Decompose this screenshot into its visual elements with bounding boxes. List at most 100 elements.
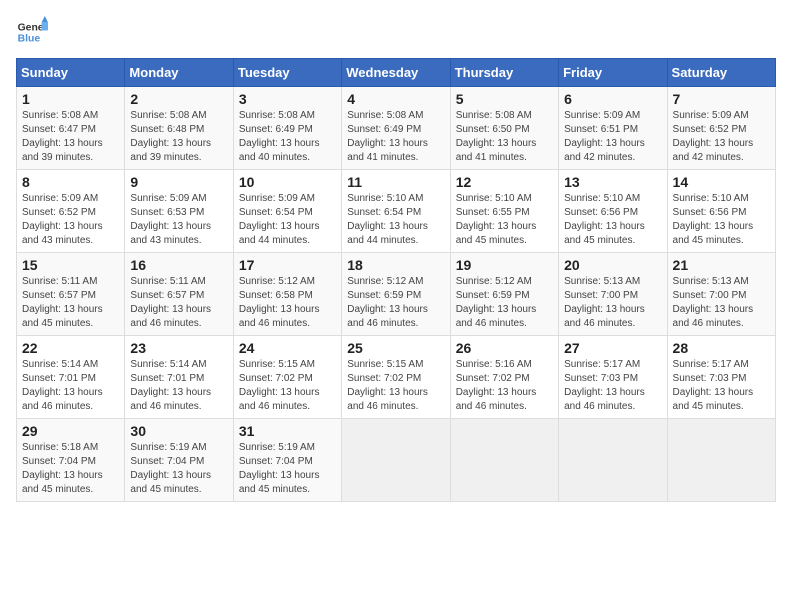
day-number: 8 [22,174,119,190]
calendar-day-cell: 15 Sunrise: 5:11 AM Sunset: 6:57 PM Dayl… [17,253,125,336]
day-info: Sunrise: 5:09 AM Sunset: 6:52 PM Dayligh… [22,192,119,248]
calendar-day-cell: 12 Sunrise: 5:10 AM Sunset: 6:55 PM Dayl… [450,170,558,253]
day-number: 14 [673,174,770,190]
day-number: 6 [564,91,661,107]
day-info: Sunrise: 5:10 AM Sunset: 6:56 PM Dayligh… [564,192,661,248]
calendar-day-cell: 9 Sunrise: 5:09 AM Sunset: 6:53 PM Dayli… [125,170,233,253]
weekday-header-cell: Sunday [17,59,125,87]
calendar-day-cell: 17 Sunrise: 5:12 AM Sunset: 6:58 PM Dayl… [233,253,341,336]
page-header: General Blue [16,16,776,48]
day-info: Sunrise: 5:17 AM Sunset: 7:03 PM Dayligh… [673,358,770,414]
day-info: Sunrise: 5:10 AM Sunset: 6:55 PM Dayligh… [456,192,553,248]
day-info: Sunrise: 5:08 AM Sunset: 6:48 PM Dayligh… [130,109,227,165]
calendar-day-cell: 28 Sunrise: 5:17 AM Sunset: 7:03 PM Dayl… [667,336,775,419]
day-number: 10 [239,174,336,190]
calendar-day-cell: 20 Sunrise: 5:13 AM Sunset: 7:00 PM Dayl… [559,253,667,336]
calendar-day-cell: 30 Sunrise: 5:19 AM Sunset: 7:04 PM Dayl… [125,419,233,502]
day-number: 7 [673,91,770,107]
day-info: Sunrise: 5:08 AM Sunset: 6:50 PM Dayligh… [456,109,553,165]
day-info: Sunrise: 5:08 AM Sunset: 6:49 PM Dayligh… [239,109,336,165]
calendar-day-cell [667,419,775,502]
day-info: Sunrise: 5:13 AM Sunset: 7:00 PM Dayligh… [673,275,770,331]
calendar-day-cell [559,419,667,502]
day-number: 1 [22,91,119,107]
day-info: Sunrise: 5:12 AM Sunset: 6:59 PM Dayligh… [456,275,553,331]
day-info: Sunrise: 5:09 AM Sunset: 6:52 PM Dayligh… [673,109,770,165]
calendar-week-row: 8 Sunrise: 5:09 AM Sunset: 6:52 PM Dayli… [17,170,776,253]
calendar-week-row: 15 Sunrise: 5:11 AM Sunset: 6:57 PM Dayl… [17,253,776,336]
weekday-header-row: SundayMondayTuesdayWednesdayThursdayFrid… [17,59,776,87]
calendar-day-cell: 14 Sunrise: 5:10 AM Sunset: 6:56 PM Dayl… [667,170,775,253]
day-info: Sunrise: 5:14 AM Sunset: 7:01 PM Dayligh… [22,358,119,414]
calendar-day-cell: 21 Sunrise: 5:13 AM Sunset: 7:00 PM Dayl… [667,253,775,336]
day-number: 20 [564,257,661,273]
day-info: Sunrise: 5:11 AM Sunset: 6:57 PM Dayligh… [22,275,119,331]
calendar-day-cell: 22 Sunrise: 5:14 AM Sunset: 7:01 PM Dayl… [17,336,125,419]
day-info: Sunrise: 5:11 AM Sunset: 6:57 PM Dayligh… [130,275,227,331]
day-number: 29 [22,423,119,439]
day-number: 12 [456,174,553,190]
day-number: 16 [130,257,227,273]
day-number: 30 [130,423,227,439]
day-info: Sunrise: 5:16 AM Sunset: 7:02 PM Dayligh… [456,358,553,414]
calendar-day-cell: 8 Sunrise: 5:09 AM Sunset: 6:52 PM Dayli… [17,170,125,253]
calendar-day-cell: 13 Sunrise: 5:10 AM Sunset: 6:56 PM Dayl… [559,170,667,253]
day-number: 23 [130,340,227,356]
day-number: 3 [239,91,336,107]
day-info: Sunrise: 5:09 AM Sunset: 6:54 PM Dayligh… [239,192,336,248]
day-info: Sunrise: 5:18 AM Sunset: 7:04 PM Dayligh… [22,441,119,497]
day-info: Sunrise: 5:09 AM Sunset: 6:51 PM Dayligh… [564,109,661,165]
logo: General Blue [16,16,48,48]
calendar-day-cell: 26 Sunrise: 5:16 AM Sunset: 7:02 PM Dayl… [450,336,558,419]
day-number: 4 [347,91,444,107]
weekday-header-cell: Friday [559,59,667,87]
calendar-day-cell: 1 Sunrise: 5:08 AM Sunset: 6:47 PM Dayli… [17,87,125,170]
calendar-week-row: 22 Sunrise: 5:14 AM Sunset: 7:01 PM Dayl… [17,336,776,419]
calendar-day-cell: 2 Sunrise: 5:08 AM Sunset: 6:48 PM Dayli… [125,87,233,170]
day-number: 22 [22,340,119,356]
calendar-day-cell: 27 Sunrise: 5:17 AM Sunset: 7:03 PM Dayl… [559,336,667,419]
day-number: 13 [564,174,661,190]
day-number: 24 [239,340,336,356]
day-info: Sunrise: 5:19 AM Sunset: 7:04 PM Dayligh… [130,441,227,497]
day-number: 21 [673,257,770,273]
calendar-week-row: 29 Sunrise: 5:18 AM Sunset: 7:04 PM Dayl… [17,419,776,502]
day-number: 28 [673,340,770,356]
day-info: Sunrise: 5:19 AM Sunset: 7:04 PM Dayligh… [239,441,336,497]
calendar-day-cell: 18 Sunrise: 5:12 AM Sunset: 6:59 PM Dayl… [342,253,450,336]
day-info: Sunrise: 5:10 AM Sunset: 6:56 PM Dayligh… [673,192,770,248]
weekday-header-cell: Thursday [450,59,558,87]
weekday-header-cell: Monday [125,59,233,87]
day-number: 18 [347,257,444,273]
day-number: 17 [239,257,336,273]
weekday-header-cell: Wednesday [342,59,450,87]
calendar-day-cell: 31 Sunrise: 5:19 AM Sunset: 7:04 PM Dayl… [233,419,341,502]
calendar-day-cell: 23 Sunrise: 5:14 AM Sunset: 7:01 PM Dayl… [125,336,233,419]
calendar-day-cell: 5 Sunrise: 5:08 AM Sunset: 6:50 PM Dayli… [450,87,558,170]
day-number: 19 [456,257,553,273]
calendar-day-cell: 29 Sunrise: 5:18 AM Sunset: 7:04 PM Dayl… [17,419,125,502]
weekday-header-cell: Saturday [667,59,775,87]
day-info: Sunrise: 5:14 AM Sunset: 7:01 PM Dayligh… [130,358,227,414]
day-number: 11 [347,174,444,190]
day-number: 27 [564,340,661,356]
calendar-day-cell [450,419,558,502]
day-info: Sunrise: 5:15 AM Sunset: 7:02 PM Dayligh… [347,358,444,414]
calendar-day-cell: 25 Sunrise: 5:15 AM Sunset: 7:02 PM Dayl… [342,336,450,419]
day-info: Sunrise: 5:15 AM Sunset: 7:02 PM Dayligh… [239,358,336,414]
calendar-day-cell: 10 Sunrise: 5:09 AM Sunset: 6:54 PM Dayl… [233,170,341,253]
calendar-day-cell: 6 Sunrise: 5:09 AM Sunset: 6:51 PM Dayli… [559,87,667,170]
calendar-day-cell: 19 Sunrise: 5:12 AM Sunset: 6:59 PM Dayl… [450,253,558,336]
day-number: 25 [347,340,444,356]
calendar-day-cell: 16 Sunrise: 5:11 AM Sunset: 6:57 PM Dayl… [125,253,233,336]
calendar-day-cell: 3 Sunrise: 5:08 AM Sunset: 6:49 PM Dayli… [233,87,341,170]
weekday-header-cell: Tuesday [233,59,341,87]
logo-icon: General Blue [16,16,48,48]
day-info: Sunrise: 5:12 AM Sunset: 6:58 PM Dayligh… [239,275,336,331]
calendar-week-row: 1 Sunrise: 5:08 AM Sunset: 6:47 PM Dayli… [17,87,776,170]
calendar-day-cell: 4 Sunrise: 5:08 AM Sunset: 6:49 PM Dayli… [342,87,450,170]
calendar-body: 1 Sunrise: 5:08 AM Sunset: 6:47 PM Dayli… [17,87,776,502]
day-number: 9 [130,174,227,190]
calendar-table: SundayMondayTuesdayWednesdayThursdayFrid… [16,58,776,502]
day-number: 2 [130,91,227,107]
